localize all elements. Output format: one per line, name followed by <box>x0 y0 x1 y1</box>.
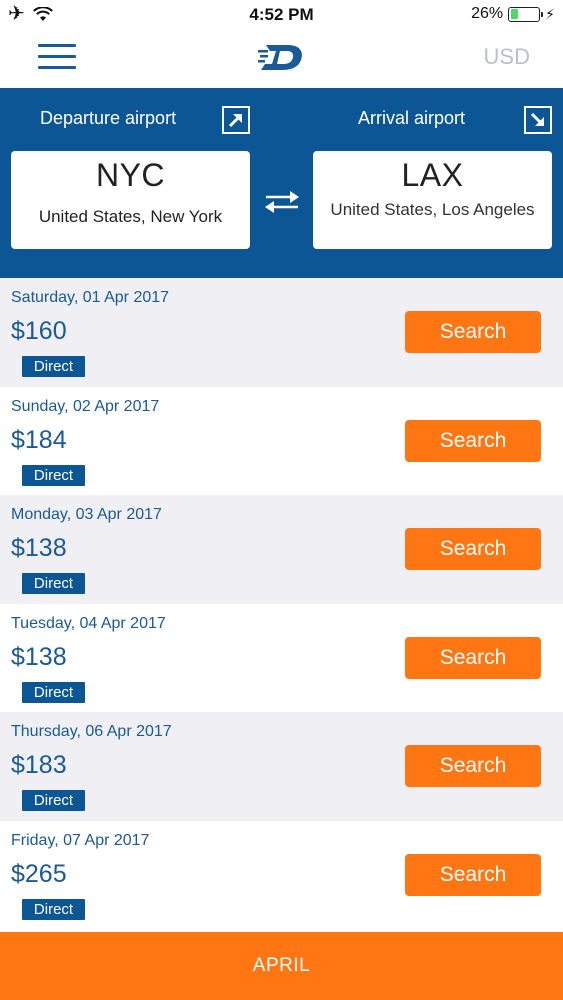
departure-code: NYC <box>95 157 166 193</box>
result-date: Tuesday, 04 Apr 2017 <box>11 614 166 632</box>
list-item: Monday, 03 Apr 2017 $138 Direct Search <box>0 495 563 604</box>
arrival-airport-card[interactable]: LAX United States, Los Angeles <box>313 151 552 249</box>
direct-badge: Direct <box>22 464 85 486</box>
status-right: 26% ⚡ <box>471 5 555 23</box>
arrival-place: United States, Los Angeles <box>330 200 535 219</box>
arrow-up-right-glyph <box>228 113 243 128</box>
result-price: $184 <box>11 425 67 454</box>
list-item: Tuesday, 04 Apr 2017 $138 Direct Search <box>0 603 563 713</box>
result-price: $265 <box>11 859 67 888</box>
arrival-label: Arrival airport <box>358 108 466 128</box>
search-button[interactable]: Search <box>405 636 541 679</box>
menu-line <box>38 44 76 47</box>
result-price: $138 <box>11 534 67 563</box>
battery-fill <box>510 9 518 19</box>
list-item: Saturday, 01 Apr 2017 $160 Direct Search <box>0 278 563 387</box>
airport-selector: Departure airport Arrival airport NYC Un… <box>0 88 563 278</box>
departure-label: Departure airport <box>40 108 177 128</box>
list-item: Friday, 07 Apr 2017 $265 Direct Search <box>0 820 563 930</box>
search-button[interactable]: Search <box>405 419 541 462</box>
search-button[interactable]: Search <box>405 853 541 896</box>
departure-place: United States, New York <box>38 207 223 226</box>
direct-badge: Direct <box>22 790 85 812</box>
battery-icon <box>508 6 544 22</box>
departure-airport-card[interactable]: NYC United States, New York <box>11 151 250 249</box>
direct-badge: Direct <box>22 573 85 595</box>
search-button[interactable]: Search <box>405 311 541 353</box>
result-date: Monday, 03 Apr 2017 <box>11 506 162 524</box>
direct-badge: Direct <box>22 681 85 703</box>
result-date: Thursday, 06 Apr 2017 <box>11 723 172 741</box>
menu-line <box>38 55 76 58</box>
direct-badge: Direct <box>22 898 85 920</box>
search-button[interactable]: Search <box>405 745 541 788</box>
status-bar: ✈ 4:52 PM 26% ⚡ <box>0 0 563 30</box>
arrival-code: LAX <box>401 157 464 193</box>
result-price: $138 <box>11 642 67 671</box>
departure-arrow-icon[interactable] <box>222 106 250 134</box>
result-price: $160 <box>11 317 67 345</box>
battery-percent: 26% <box>471 5 504 22</box>
navbar: USD <box>0 30 563 88</box>
list-item: Thursday, 06 Apr 2017 $183 Direct Search <box>0 712 563 821</box>
logo-icon <box>258 45 302 70</box>
list-item: Sunday, 02 Apr 2017 $184 Direct Search <box>0 386 563 496</box>
swap-icon[interactable] <box>262 188 302 216</box>
arrival-arrow-icon[interactable] <box>524 106 552 134</box>
result-date: Saturday, 01 Apr 2017 <box>11 289 170 306</box>
result-price: $183 <box>11 751 67 780</box>
search-button[interactable]: Search <box>405 528 541 571</box>
charging-bolt-icon: ⚡ <box>545 5 555 22</box>
result-date: Friday, 07 Apr 2017 <box>11 831 150 849</box>
month-selector[interactable]: APRIL <box>0 932 563 1000</box>
direct-badge: Direct <box>22 356 85 377</box>
arrow-down-right-glyph <box>530 112 545 127</box>
result-date: Sunday, 02 Apr 2017 <box>11 397 160 415</box>
results-list: Saturday, 01 Apr 2017 $160 Direct Search… <box>0 278 563 930</box>
currency-selector[interactable]: USD <box>484 44 530 70</box>
menu-line <box>38 66 76 69</box>
menu-icon[interactable] <box>38 44 76 72</box>
